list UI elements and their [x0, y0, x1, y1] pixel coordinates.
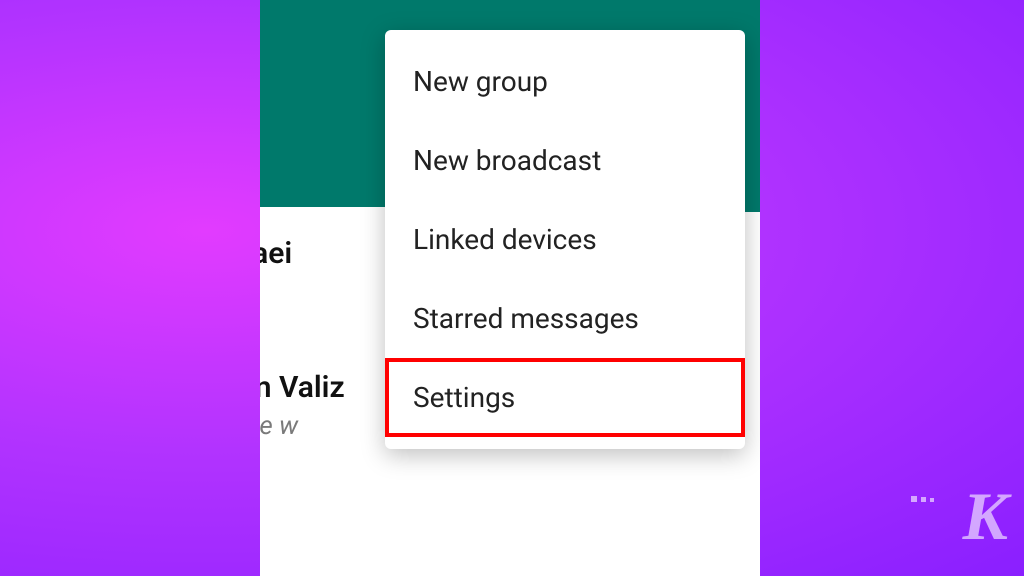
menu-item-label: New group: [413, 65, 548, 98]
menu-item-label: Settings: [413, 381, 515, 414]
overflow-menu: New group New broadcast Linked devices S…: [385, 30, 745, 449]
menu-item-new-broadcast[interactable]: New broadcast: [385, 121, 745, 200]
menu-item-starred-messages[interactable]: Starred messages: [385, 279, 745, 358]
menu-item-settings[interactable]: Settings: [385, 358, 745, 437]
watermark-logo: K: [963, 477, 1004, 556]
menu-item-linked-devices[interactable]: Linked devices: [385, 200, 745, 279]
menu-item-new-group[interactable]: New group: [385, 42, 745, 121]
menu-item-label: Starred messages: [413, 302, 639, 335]
watermark-dots-icon: [911, 496, 934, 502]
menu-item-label: New broadcast: [413, 144, 601, 177]
menu-item-label: Linked devices: [413, 223, 597, 256]
whatsapp-frame: ST shaei erin Valiz message w New group …: [260, 0, 760, 576]
